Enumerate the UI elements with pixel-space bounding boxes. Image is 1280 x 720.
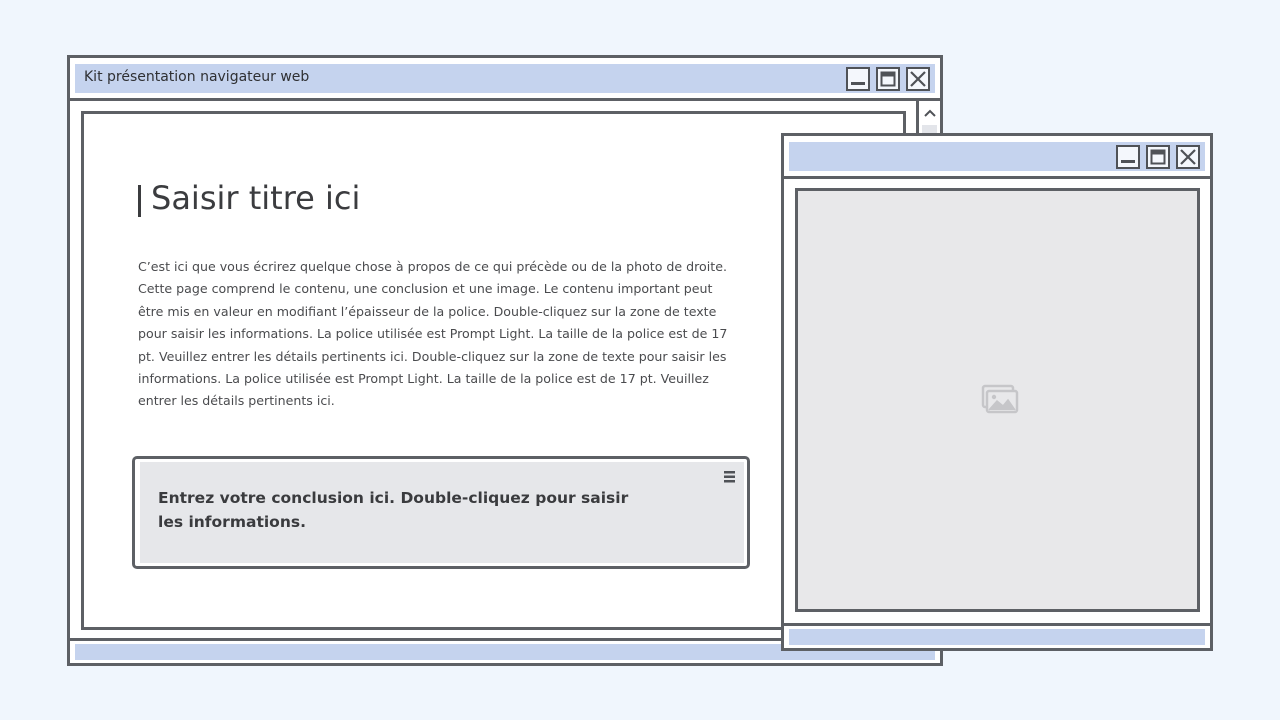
minimize-icon xyxy=(851,82,865,85)
heading-accent-bar xyxy=(138,185,141,217)
image-title-bar[interactable] xyxy=(786,139,1208,174)
conclusion-box[interactable]: Entrez votre conclusion ici. Double-cliq… xyxy=(132,456,750,569)
image-title-separator xyxy=(784,176,1210,179)
title-separator xyxy=(70,98,940,101)
scroll-up-icon[interactable] xyxy=(920,104,940,124)
image-status-bar xyxy=(786,626,1208,648)
hamburger-menu-icon[interactable] xyxy=(723,468,737,484)
body-paragraph: C’est ici que vous écrirez quelque chose… xyxy=(138,259,728,409)
image-minimize-button[interactable] xyxy=(1116,145,1140,169)
maximize-icon xyxy=(1150,149,1166,165)
page-title: Saisir titre ici xyxy=(151,179,361,217)
maximize-icon xyxy=(880,71,896,87)
minimize-button[interactable] xyxy=(846,67,870,91)
image-maximize-button[interactable] xyxy=(1146,145,1170,169)
close-button[interactable] xyxy=(906,67,930,91)
close-icon xyxy=(910,71,926,87)
maximize-button[interactable] xyxy=(876,67,900,91)
close-icon xyxy=(1180,149,1196,165)
conclusion-text: Entrez votre conclusion ici. Double-cliq… xyxy=(158,489,629,531)
window-title: Kit présentation navigateur web xyxy=(84,69,310,85)
image-placeholder[interactable] xyxy=(795,188,1200,612)
image-close-button[interactable] xyxy=(1176,145,1200,169)
minimize-icon xyxy=(1121,160,1135,163)
image-placeholder-icon xyxy=(981,384,1019,414)
image-window xyxy=(781,133,1213,651)
